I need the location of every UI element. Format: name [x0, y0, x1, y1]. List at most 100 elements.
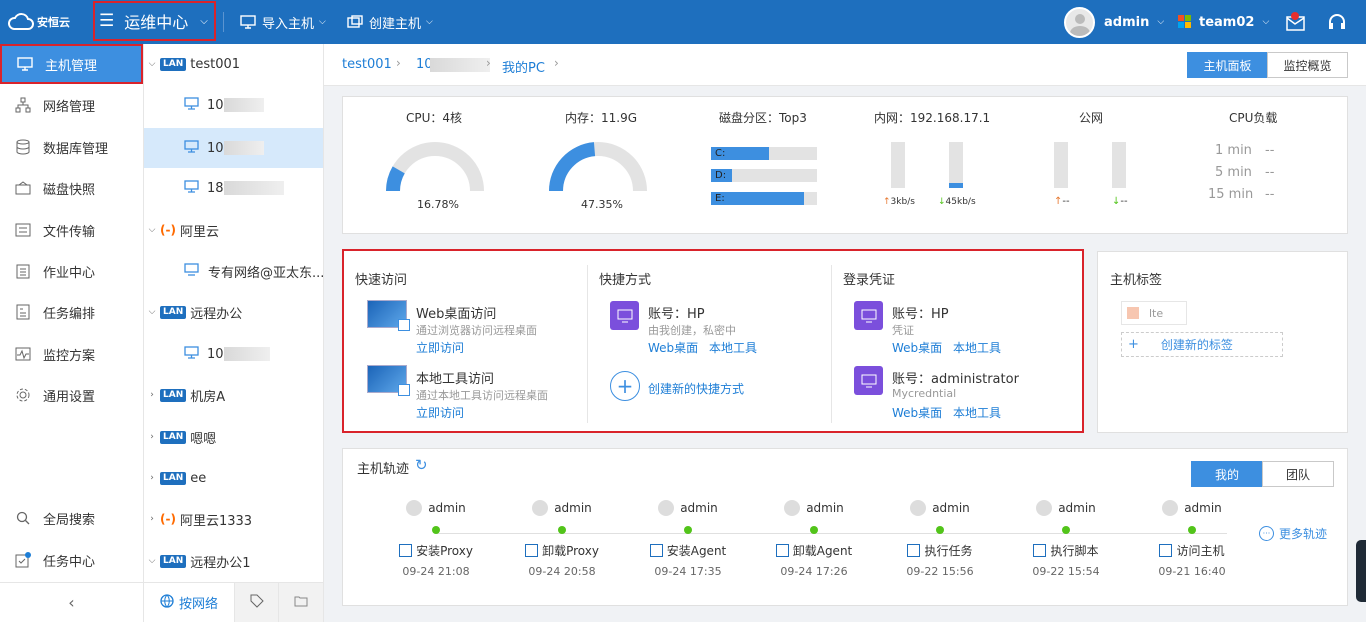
timeline-user-name: admin: [1184, 501, 1222, 515]
lan-badge: LAN: [160, 471, 187, 485]
tree-node-host[interactable]: 10: [144, 85, 323, 125]
tree-node-remote-office[interactable]: ⌵ LAN 远程办公: [144, 292, 323, 332]
tag-icon: [1127, 307, 1139, 319]
vpc-icon: [184, 262, 200, 280]
tab-mine[interactable]: 我的: [1191, 461, 1263, 487]
tree-node-aliyun-1333[interactable]: › (-) 阿里云1333: [144, 499, 323, 539]
tree-node-enen[interactable]: › LAN 嗯嗯: [144, 417, 323, 457]
timeline-action: 执行任务: [885, 542, 995, 559]
task-flow-icon: [14, 303, 32, 321]
tree-node-label: 阿里云1333: [179, 513, 253, 529]
create-host-button[interactable]: 创建主机 ⌵: [347, 0, 433, 44]
database-icon: [14, 138, 32, 156]
credential-desc: Mycredntial: [892, 387, 957, 400]
tree-node-host[interactable]: 18: [144, 168, 323, 208]
tree-node-vpc[interactable]: 专有网络@亚太东...: [144, 251, 323, 291]
user-menu[interactable]: admin ⌵: [1064, 0, 1164, 44]
timeline-action-label: 安装Proxy: [416, 544, 473, 558]
tree-node-host[interactable]: 10: [144, 334, 323, 374]
sidebar-item-monitor[interactable]: 监控方案: [0, 334, 143, 374]
tab-by-network[interactable]: 按网络: [144, 583, 234, 622]
timeline-user: admin: [633, 499, 743, 517]
sidebar-item-search[interactable]: 全局搜索: [0, 498, 143, 538]
tree-node-ee[interactable]: › LAN ee: [144, 458, 323, 498]
tab-host-panel[interactable]: 主机面板: [1187, 52, 1268, 78]
tree-node-aliyun[interactable]: ⌵ (-) 阿里云: [144, 210, 323, 250]
chevron-down-icon: ⌵: [148, 59, 156, 69]
credential-local-link[interactable]: 本地工具: [953, 404, 1001, 421]
tab-by-tag[interactable]: [234, 583, 278, 622]
main-menu-button[interactable]: ☰ 运维中心 ⌵: [93, 1, 216, 41]
disk-bar-e: E:: [711, 192, 817, 205]
tree-node-label: 18: [207, 180, 224, 196]
timeline-dot: [1062, 526, 1070, 534]
main-content: test001 › 10 › 我的PC › 主机面板 监控概览 CPU：4核 1…: [324, 44, 1366, 622]
shortcut-local-link[interactable]: 本地工具: [709, 339, 757, 356]
memory-value: 47.35%: [581, 198, 623, 211]
sidebar-item-host[interactable]: 主机管理: [0, 44, 143, 84]
disk-name: E:: [715, 193, 725, 204]
credential-web-link[interactable]: Web桌面: [892, 404, 942, 421]
action-icon: [775, 544, 789, 557]
tree-node-test001[interactable]: ⌵ LAN test001: [144, 44, 323, 84]
host-tags-title: 主机标签: [1110, 273, 1163, 288]
timeline-action: 安装Proxy: [381, 542, 491, 559]
breadcrumb-item[interactable]: 我的PC: [502, 57, 545, 76]
breadcrumb-item[interactable]: test001: [342, 57, 392, 72]
sidebar-item-task-center[interactable]: 任务中心: [0, 540, 143, 580]
sidebar-item-network[interactable]: 网络管理: [0, 85, 143, 125]
credential-local-link[interactable]: 本地工具: [953, 339, 1001, 356]
sidebar-collapse-button[interactable]: ‹: [0, 582, 143, 622]
web-desktop-open-link[interactable]: 立即访问: [416, 339, 464, 356]
load-1min-label: 1 min: [1215, 143, 1252, 158]
plus-icon: +: [1128, 337, 1139, 352]
job-icon: [14, 262, 32, 280]
timeline-time: 09-21 16:40: [1158, 565, 1226, 578]
team-menu[interactable]: team02 ⌵: [1178, 0, 1269, 44]
timeline-user: admin: [507, 499, 617, 517]
tab-team[interactable]: 团队: [1262, 461, 1334, 487]
chevron-right-icon: ›: [554, 56, 559, 70]
sidebar-item-database[interactable]: 数据库管理: [0, 127, 143, 167]
brand-logo[interactable]: 安恒云: [8, 0, 70, 44]
tree-node-remote-office-1[interactable]: ⌵ LAN 远程办公1: [144, 541, 323, 581]
message-button[interactable]: [1285, 0, 1307, 44]
mail-icon: [1286, 12, 1305, 31]
import-host-button[interactable]: 导入主机 ⌵: [240, 0, 326, 44]
more-timeline-link[interactable]: ··· 更多轨迹: [1259, 525, 1327, 542]
tree-node-host-selected[interactable]: 10: [144, 128, 323, 168]
local-tool-title[interactable]: 本地工具访问: [416, 368, 494, 387]
load-5min-label: 5 min: [1215, 165, 1252, 180]
timeline-user-name: admin: [932, 501, 970, 515]
refresh-icon[interactable]: ↻: [415, 456, 428, 474]
timeline-event: admin 访问主机 09-21 16:40: [1137, 499, 1247, 578]
tree-node-label: 远程办公: [190, 306, 243, 322]
memory-label: 内存：11.9G: [565, 111, 638, 125]
tab-monitor-overview[interactable]: 监控概览: [1267, 52, 1348, 78]
tag-chip[interactable]: lte: [1121, 301, 1187, 325]
sidebar-item-settings[interactable]: 通用设置: [0, 375, 143, 415]
support-button[interactable]: [1327, 0, 1347, 44]
tree-node-label: ee: [190, 470, 207, 486]
credential-title: 登录凭证: [843, 273, 896, 288]
tab-by-folder[interactable]: [278, 583, 323, 622]
sidebar-item-label: 全局搜索: [43, 512, 96, 528]
memory-gauge: [549, 142, 647, 192]
add-circle-icon[interactable]: +: [610, 371, 640, 401]
scrollbar[interactable]: [1356, 540, 1366, 602]
chevron-right-icon: ›: [486, 56, 491, 70]
web-desktop-title[interactable]: Web桌面访问: [416, 303, 496, 322]
credential-web-link[interactable]: Web桌面: [892, 339, 942, 356]
chevron-down-icon: ⌵: [426, 17, 433, 27]
sidebar-item-job[interactable]: 作业中心: [0, 251, 143, 291]
sidebar-item-snapshot[interactable]: 磁盘快照: [0, 168, 143, 208]
shortcut-web-link[interactable]: Web桌面: [648, 339, 698, 356]
create-shortcut-link[interactable]: 创建新的快捷方式: [648, 380, 744, 397]
timeline-action-label: 安装Agent: [666, 544, 727, 558]
create-tag-button[interactable]: + 创建新的标签: [1121, 332, 1283, 357]
tree-node-room-a[interactable]: › LAN 机房A: [144, 375, 323, 415]
sidebar-item-file-transfer[interactable]: 文件传输: [0, 210, 143, 250]
local-tool-open-link[interactable]: 立即访问: [416, 404, 464, 421]
sidebar: 主机管理 网络管理 数据库管理 磁盘快照 文件传输 作业中心 任务编排 监控方案…: [0, 44, 144, 622]
sidebar-item-task-flow[interactable]: 任务编排: [0, 292, 143, 332]
